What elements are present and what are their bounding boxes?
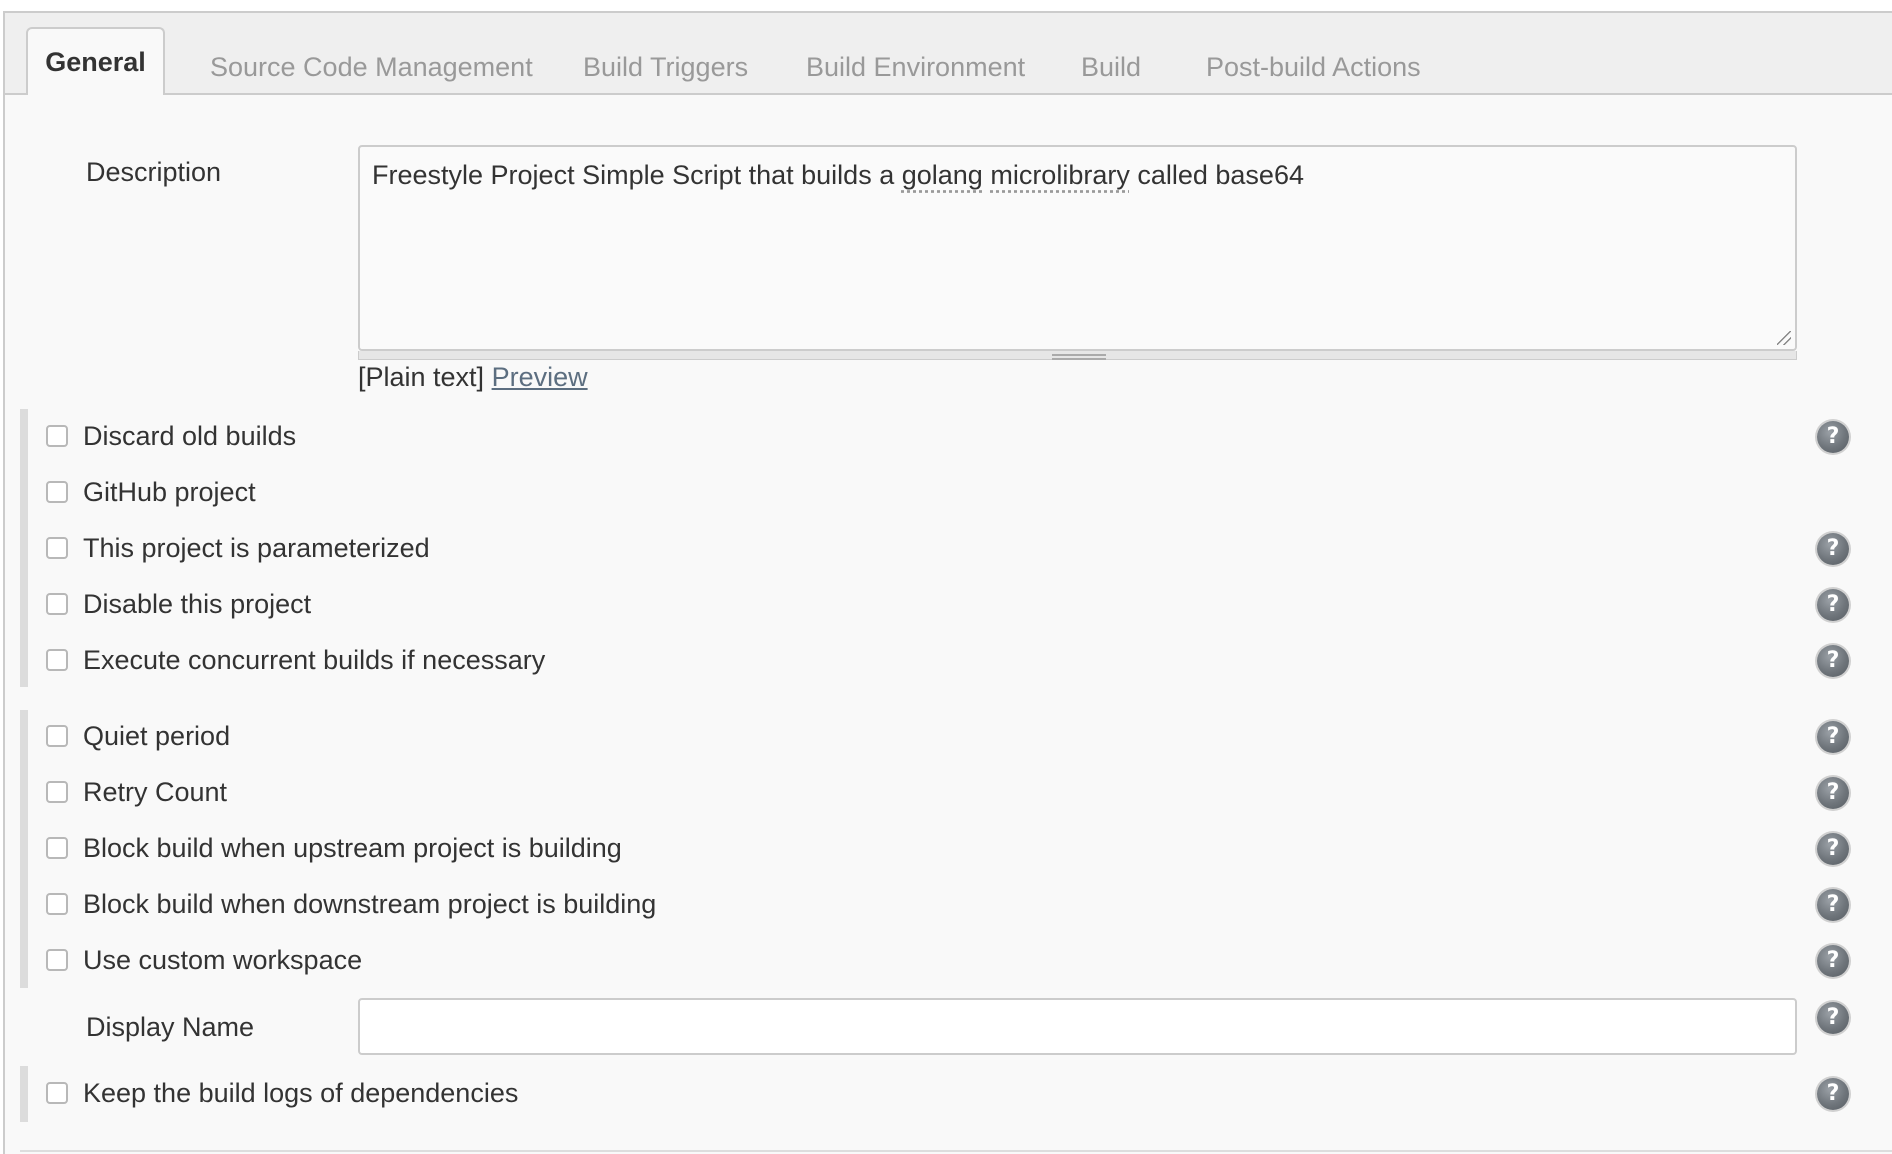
description-word-golang: golang [901, 160, 983, 190]
help-icon[interactable]: ? [1817, 721, 1849, 753]
help-icon[interactable]: ? [1817, 533, 1849, 565]
config-tab-bar: General Source Code Management Build Tri… [5, 13, 1892, 95]
option-label: Disable this project [83, 588, 312, 619]
checkbox[interactable] [46, 893, 68, 915]
help-icon[interactable]: ? [1817, 589, 1849, 621]
option-quiet-period[interactable]: Quiet period [46, 716, 230, 756]
checkbox[interactable] [46, 537, 68, 559]
checkbox[interactable] [46, 837, 68, 859]
option-parameterized[interactable]: This project is parameterized [46, 528, 430, 568]
option-label: Quiet period [83, 720, 231, 751]
checkbox[interactable] [46, 649, 68, 671]
description-text: Freestyle Project Simple Script that bui… [372, 160, 902, 190]
option-block-downstream[interactable]: Block build when downstream project is b… [46, 884, 656, 924]
checkbox[interactable] [46, 949, 68, 971]
option-label: Keep the build logs of dependencies [83, 1077, 519, 1108]
help-icon[interactable]: ? [1817, 1002, 1849, 1034]
checkbox[interactable] [46, 781, 68, 803]
display-name-input[interactable] [358, 998, 1797, 1055]
option-keep-dependency-logs[interactable]: Keep the build logs of dependencies [46, 1073, 518, 1113]
grip-icon[interactable] [1052, 354, 1106, 360]
option-label: GitHub project [83, 476, 256, 507]
tab-build-triggers[interactable]: Build Triggers [583, 41, 748, 93]
tab-build-environment[interactable]: Build Environment [806, 41, 1025, 93]
option-concurrent-builds[interactable]: Execute concurrent builds if necessary [46, 640, 545, 680]
markup-formatter-line: [Plain text] Preview [358, 362, 588, 393]
option-label: This project is parameterized [83, 532, 430, 563]
option-github-project[interactable]: GitHub project [46, 472, 256, 512]
description-word-microlibrary: microlibrary [990, 160, 1130, 190]
option-disable-project[interactable]: Disable this project [46, 584, 311, 624]
preview-link[interactable]: Preview [492, 362, 588, 392]
tab-source-code-management[interactable]: Source Code Management [210, 41, 533, 93]
markup-formatter-label: [Plain text] [358, 362, 485, 392]
description-label: Description [86, 157, 222, 187]
help-icon[interactable]: ? [1817, 945, 1849, 977]
option-label: Block build when upstream project is bui… [83, 832, 622, 863]
option-retry-count[interactable]: Retry Count [46, 772, 227, 812]
checkbox[interactable] [46, 593, 68, 615]
help-icon[interactable]: ? [1817, 421, 1849, 453]
description-text-end: called base64 [1129, 160, 1304, 190]
tab-build[interactable]: Build [1081, 41, 1141, 93]
option-discard-old-builds[interactable]: Discard old builds [46, 416, 296, 456]
option-label: Retry Count [83, 776, 228, 807]
tab-post-build-actions[interactable]: Post-build Actions [1206, 41, 1421, 93]
option-custom-workspace[interactable]: Use custom workspace [46, 940, 362, 980]
help-icon[interactable]: ? [1817, 777, 1849, 809]
checkbox[interactable] [46, 1082, 68, 1104]
option-group-bar [20, 710, 28, 988]
checkbox[interactable] [46, 481, 68, 503]
display-name-label: Display Name [86, 1012, 255, 1042]
option-label: Block build when downstream project is b… [83, 888, 657, 919]
option-label: Discard old builds [83, 420, 297, 451]
option-label: Use custom workspace [83, 944, 363, 975]
option-block-upstream[interactable]: Block build when upstream project is bui… [46, 828, 622, 868]
help-icon[interactable]: ? [1817, 645, 1849, 677]
tab-general[interactable]: General [26, 27, 165, 95]
help-icon[interactable]: ? [1817, 1078, 1849, 1110]
checkbox[interactable] [46, 425, 68, 447]
description-textarea[interactable]: Freestyle Project Simple Script that bui… [358, 145, 1797, 351]
checkbox[interactable] [46, 725, 68, 747]
textarea-resize-icon[interactable] [1777, 331, 1791, 345]
option-label: Execute concurrent builds if necessary [83, 644, 546, 675]
option-group-bar [20, 409, 28, 687]
section-divider [20, 1150, 1892, 1152]
option-group-bar [20, 1066, 28, 1122]
help-icon[interactable]: ? [1817, 833, 1849, 865]
help-icon[interactable]: ? [1817, 889, 1849, 921]
